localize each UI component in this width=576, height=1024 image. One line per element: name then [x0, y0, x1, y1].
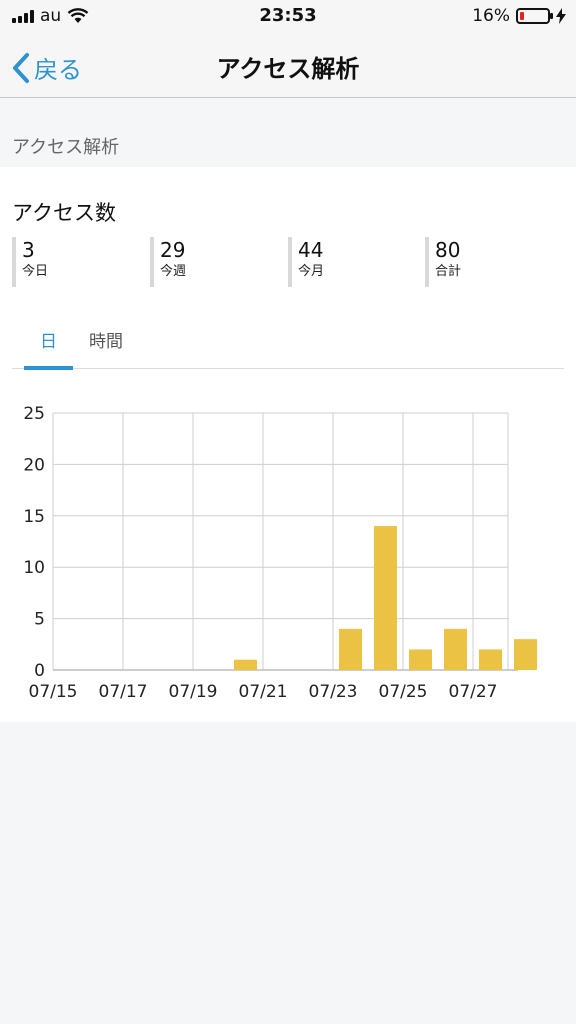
x-tick-label: 07/17 [99, 682, 148, 702]
x-tick-label: 07/25 [379, 682, 428, 702]
bar [514, 639, 537, 670]
stat-month: 44 今月 [288, 237, 324, 287]
stat-value: 29 [160, 238, 186, 262]
page-title: アクセス解析 [216, 55, 360, 83]
battery-percent: 16% [472, 6, 510, 26]
bar [479, 649, 502, 670]
stat-label: 今月 [298, 264, 325, 279]
stat-label: 今週 [160, 264, 187, 279]
x-tick-label: 07/23 [309, 682, 358, 702]
charging-bolt-icon [556, 8, 566, 24]
stat-week: 29 今週 [150, 237, 186, 287]
y-tick-label: 0 [34, 661, 45, 681]
y-tick-label: 15 [23, 507, 45, 527]
bar [409, 649, 432, 670]
stat-value: 3 [22, 238, 35, 262]
y-tick-label: 5 [34, 610, 45, 630]
stat-value: 80 [435, 238, 461, 262]
x-tick-label: 07/27 [449, 682, 498, 702]
status-right: 16% [472, 6, 566, 26]
battery-icon [516, 8, 553, 24]
stat-total: 80 合計 [425, 237, 461, 287]
card-title: アクセス数 [12, 201, 116, 225]
access-card: アクセス数 3 今日 29 今週 44 今月 80 合計 日 時間 0 5 10 15… [0, 167, 576, 722]
section-header: アクセス解析 [12, 137, 120, 158]
range-tabs: 日 時間 [12, 331, 564, 370]
access-bar-chart: 0 5 10 15 20 25 07/15 07/17 07/19 07/21 07/23 07/25… [23, 404, 537, 702]
x-tick-label: 07/21 [239, 682, 288, 702]
bar [374, 526, 397, 670]
tab-hour[interactable]: 時間 [82, 331, 130, 369]
x-tick-label: 07/15 [29, 682, 78, 702]
stat-label: 今日 [22, 264, 49, 279]
y-tick-label: 20 [23, 455, 45, 475]
bar [234, 659, 257, 670]
stat-value: 44 [298, 238, 324, 262]
tab-day[interactable]: 日 [24, 331, 73, 370]
stats-row: 3 今日 29 今週 44 今月 80 合計 [12, 237, 564, 287]
status-bar: au 23:53 16% [0, 0, 576, 34]
stat-today: 3 今日 [12, 237, 48, 287]
navigation-bar: 戻る アクセス解析 [0, 34, 576, 98]
stat-label: 合計 [435, 264, 462, 279]
y-tick-label: 25 [23, 404, 45, 424]
bar [339, 628, 362, 670]
battery-level-fill [520, 12, 524, 20]
x-tick-label: 07/19 [169, 682, 218, 702]
y-tick-label: 10 [23, 558, 45, 578]
bar [444, 628, 467, 670]
